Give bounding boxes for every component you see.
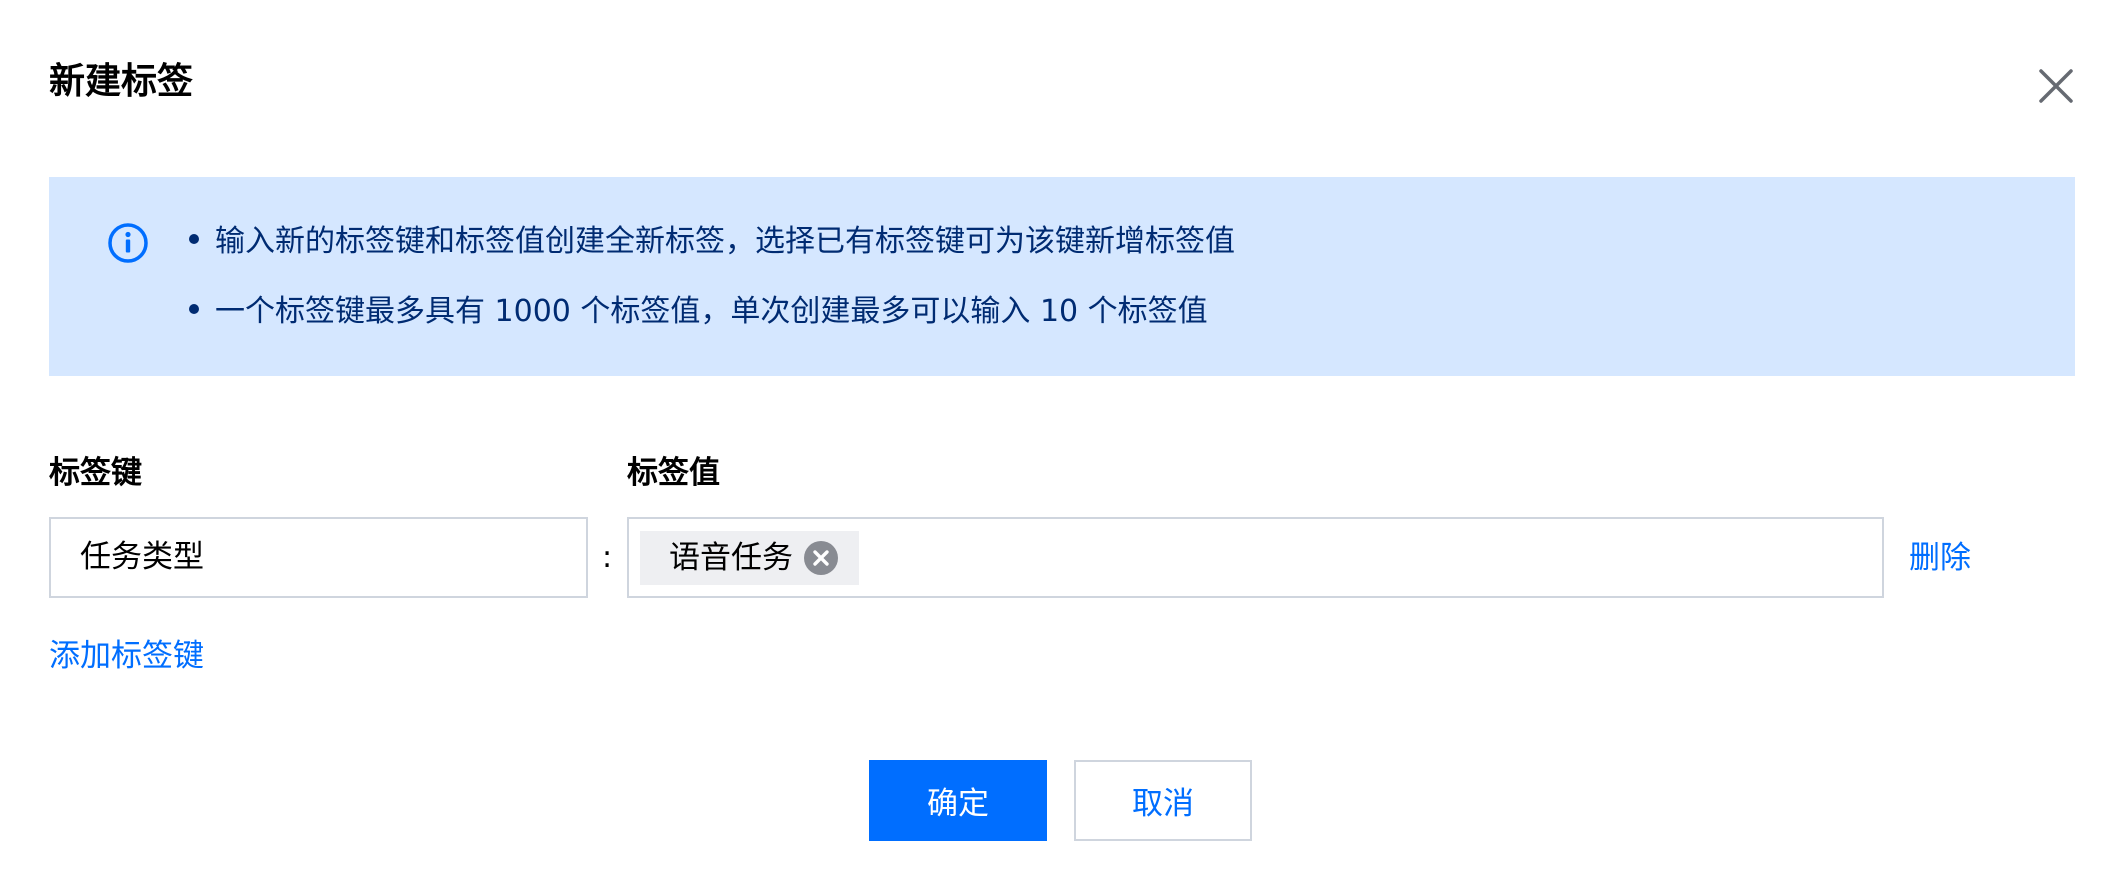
add-tag-key-link[interactable]: 添加标签键	[49, 635, 204, 677]
notice-line: 输入新的标签键和标签值创建全新标签，选择已有标签键可为该键新增标签值	[189, 222, 1235, 262]
delete-row-link[interactable]: 删除	[1909, 538, 1971, 578]
info-notice: 输入新的标签键和标签值创建全新标签，选择已有标签键可为该键新增标签值 一个标签键…	[49, 177, 2075, 376]
bullet-icon	[189, 303, 199, 314]
new-tag-dialog: 新建标签 输入新的标签键和标签值创建全新标签，选择已有标签键可为该键新增标签值 …	[0, 0, 2123, 896]
tag-value-label: 标签值	[627, 455, 720, 491]
bullet-icon	[189, 233, 199, 244]
dialog-title: 新建标签	[49, 61, 194, 102]
notice-text: 一个标签键最多具有 1000 个标签值，单次创建最多可以输入 10 个标签值	[215, 294, 1208, 329]
notice-text: 输入新的标签键和标签值创建全新标签，选择已有标签键可为该键新增标签值	[215, 224, 1235, 259]
tag-key-input[interactable]: 任务类型	[49, 517, 588, 598]
tag-value-chip-label: 语音任务	[669, 540, 793, 576]
close-icon	[2039, 69, 2073, 103]
close-button[interactable]	[2036, 66, 2076, 106]
tag-key-label: 标签键	[49, 455, 142, 491]
info-circle-icon	[108, 223, 148, 263]
tag-value-input[interactable]: 语音任务	[627, 517, 1884, 598]
tag-value-chip: 语音任务	[640, 531, 859, 585]
notice-line: 一个标签键最多具有 1000 个标签值，单次创建最多可以输入 10 个标签值	[189, 292, 1208, 332]
remove-chip-icon[interactable]	[803, 540, 839, 576]
cancel-button[interactable]: 取消	[1074, 760, 1252, 841]
key-value-separator: :	[602, 540, 613, 575]
confirm-button[interactable]: 确定	[869, 760, 1047, 841]
